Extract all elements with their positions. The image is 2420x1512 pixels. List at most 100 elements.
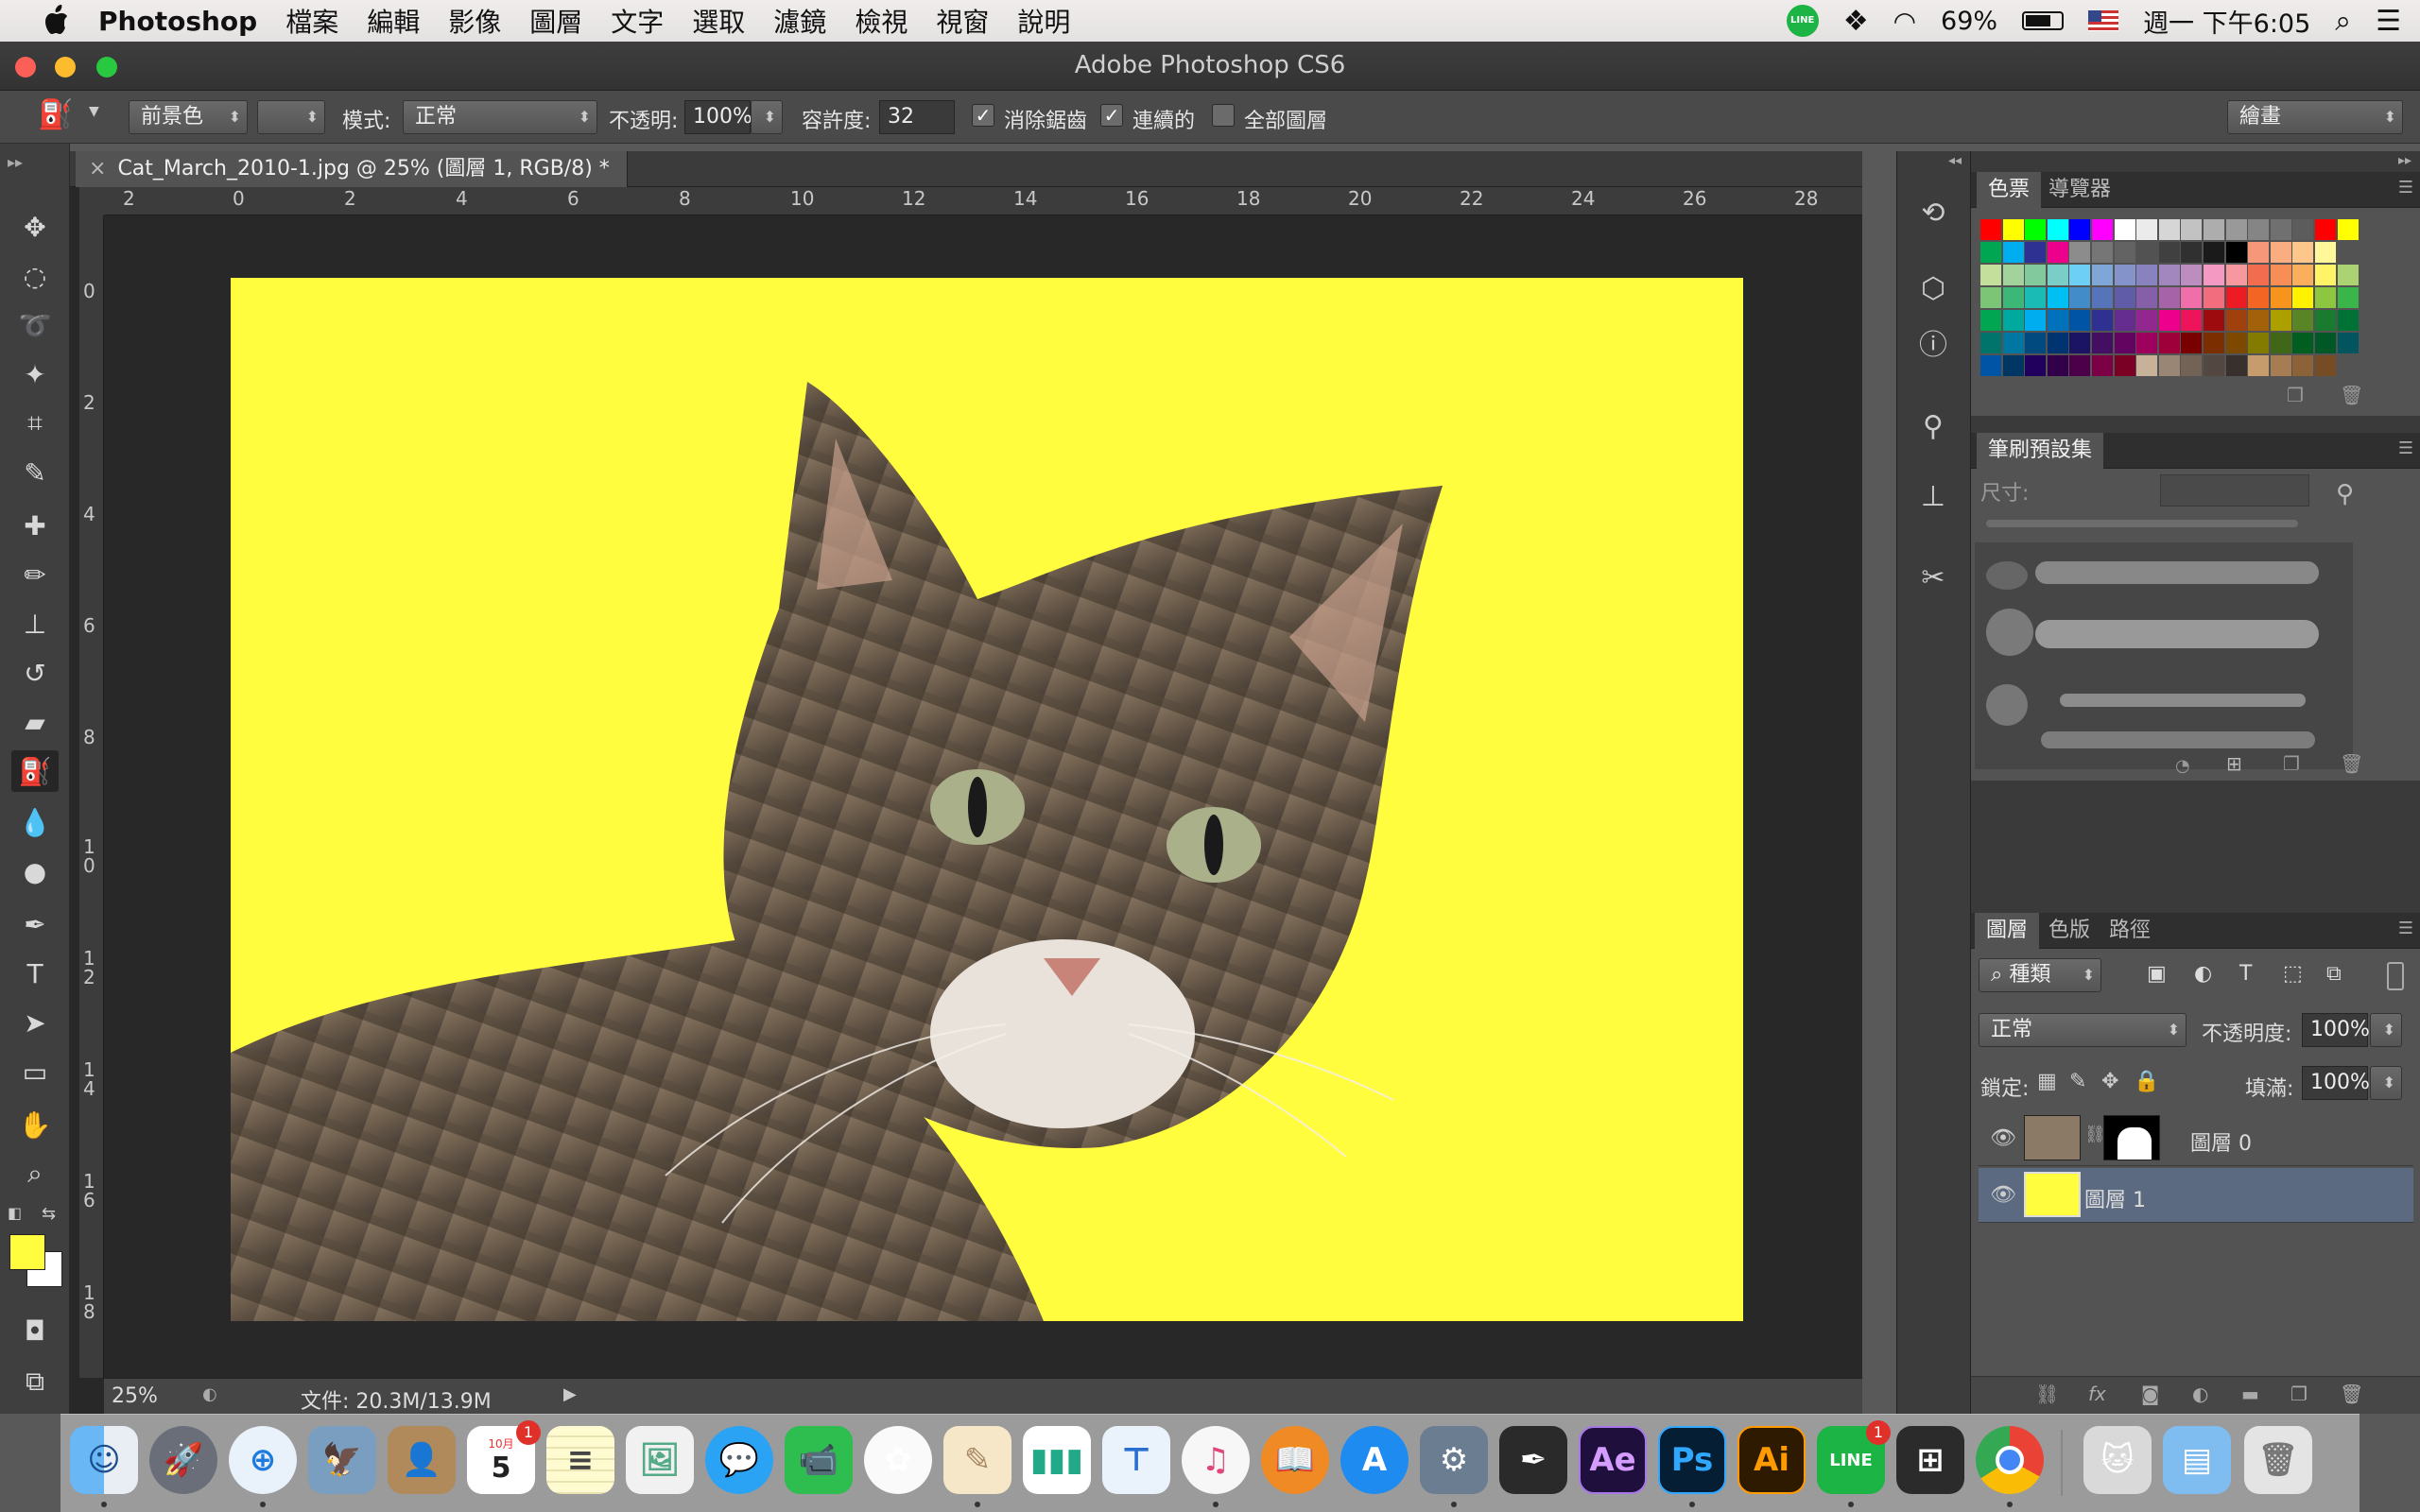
menu-image[interactable]: 影像 [448, 2, 501, 40]
brush-options-icon[interactable]: ⚲ [2336, 480, 2354, 508]
color-swatch[interactable] [2092, 287, 2113, 308]
layer-opacity-slider-button[interactable] [2370, 1013, 2402, 1047]
menu-file[interactable]: 檔案 [285, 2, 338, 40]
color-swatch[interactable] [2047, 265, 2068, 285]
color-swatch[interactable] [2181, 355, 2203, 376]
after-effects-icon[interactable]: Ae [1579, 1426, 1647, 1494]
color-swatch[interactable] [2315, 310, 2336, 331]
color-swatch[interactable] [2337, 265, 2359, 285]
notes-icon[interactable]: ≡ [546, 1426, 614, 1494]
brush-panel-icon[interactable]: ⚲ [1912, 406, 1954, 448]
numbers-icon[interactable]: ▮▮▮ [1023, 1426, 1091, 1494]
color-swatch[interactable] [2181, 287, 2203, 308]
opacity-input[interactable]: 100% [684, 100, 752, 134]
color-swatch[interactable] [2114, 242, 2135, 263]
color-swatch[interactable] [2158, 219, 2180, 240]
color-swatch[interactable] [2002, 219, 2024, 240]
spotlight-search-icon[interactable]: ⌕ [2335, 5, 2351, 38]
color-swatch[interactable] [2158, 265, 2180, 285]
applications-folder-icon[interactable]: ▤ [2163, 1426, 2231, 1494]
lock-image-icon[interactable]: ✎ [2069, 1070, 2086, 1093]
layer-mask-thumbnail[interactable] [2103, 1115, 2160, 1160]
color-swatch[interactable] [2270, 219, 2291, 240]
layer-row-1[interactable]: 👁 圖層 1 [1979, 1168, 2413, 1223]
healing-brush-tool-icon[interactable]: ✚ [11, 505, 59, 546]
trash-icon[interactable]: 🗑 [2244, 1426, 2312, 1494]
type-tool-icon[interactable]: T [11, 953, 59, 994]
menu-layer[interactable]: 圖層 [529, 2, 582, 40]
color-swatch[interactable] [2181, 333, 2203, 353]
illustrator-icon[interactable]: Ai [1737, 1426, 1806, 1494]
color-swatch[interactable] [2025, 265, 2047, 285]
hand-tool-icon[interactable]: ✋ [11, 1104, 59, 1145]
color-swatch[interactable] [2114, 355, 2135, 376]
crop-tool-icon[interactable]: ⌗ [11, 403, 59, 444]
color-swatch[interactable] [2204, 265, 2224, 285]
color-swatch[interactable] [1980, 219, 2001, 240]
menu-edit[interactable]: 編輯 [367, 2, 420, 40]
color-swatch[interactable] [2002, 242, 2024, 263]
color-swatch[interactable] [1980, 242, 2001, 263]
tool-presets-panel-icon[interactable]: ✂ [1912, 558, 1954, 599]
menu-window[interactable]: 視窗 [936, 2, 989, 40]
color-swatch[interactable] [2248, 333, 2270, 353]
layer-visibility-eye-icon[interactable]: 👁 [1990, 1183, 2018, 1208]
color-swatch[interactable] [1980, 310, 2001, 331]
color-swatch[interactable] [2069, 310, 2091, 331]
filter-adjustment-icon[interactable]: ◐ [2194, 962, 2212, 986]
color-swatch[interactable] [2292, 355, 2314, 376]
color-swatch[interactable] [2292, 333, 2314, 353]
filter-toggle-switch[interactable] [2387, 962, 2404, 990]
color-swatch[interactable] [2047, 310, 2068, 331]
new-layer-icon[interactable]: ❐ [2290, 1383, 2308, 1405]
color-swatch[interactable] [2225, 265, 2247, 285]
3d-panel-icon[interactable]: ⬡ [1912, 268, 1954, 310]
pattern-picker[interactable] [257, 100, 325, 134]
image-canvas[interactable] [231, 278, 1743, 1321]
info-panel-icon[interactable]: ⓘ [1912, 325, 1954, 367]
quick-mask-icon[interactable]: ◘ [11, 1310, 59, 1351]
new-brush-icon[interactable]: ❐ [2283, 752, 2300, 775]
color-swatch[interactable] [2270, 310, 2291, 331]
path-selection-tool-icon[interactable]: ➤ [11, 1002, 59, 1043]
color-swatch[interactable] [2136, 355, 2158, 376]
pages-icon[interactable]: ✎ [943, 1426, 1011, 1494]
new-group-icon[interactable]: ▬ [2241, 1383, 2259, 1405]
line-status-icon[interactable]: LINE [1786, 5, 1819, 37]
color-swatch[interactable] [1980, 355, 2001, 376]
color-swatch[interactable] [2002, 287, 2024, 308]
default-colors-icon[interactable]: ◧ [8, 1204, 22, 1222]
blend-mode-select[interactable]: 正常 [1979, 1013, 2187, 1047]
tab-channels[interactable]: 色版 [2037, 913, 2101, 949]
color-swatch[interactable] [2270, 333, 2291, 353]
battery-icon[interactable] [2022, 11, 2065, 30]
messages-icon[interactable]: 💬 [705, 1426, 773, 1494]
fill-slider-button[interactable] [2370, 1066, 2402, 1100]
fill-source-select[interactable]: 前景色 [129, 100, 248, 134]
color-swatch[interactable] [2315, 242, 2336, 263]
color-swatch[interactable] [2337, 333, 2359, 353]
color-swatch[interactable] [2315, 265, 2336, 285]
color-swatch[interactable] [2225, 310, 2247, 331]
layer-name[interactable]: 圖層 1 [2084, 1183, 2146, 1213]
photos-icon[interactable]: ✿ [864, 1426, 932, 1494]
filter-shape-icon[interactable]: ⬚ [2283, 962, 2303, 986]
color-swatch[interactable] [2315, 287, 2336, 308]
collapse-toolbar-icon[interactable]: ▸▸ [8, 153, 23, 171]
color-swatch[interactable] [2092, 355, 2113, 376]
color-swatch[interactable] [2069, 219, 2091, 240]
itunes-icon[interactable]: ♫ [1182, 1426, 1250, 1494]
expand-dock-icon[interactable]: ▸▸ [2398, 153, 2411, 168]
color-swatch[interactable] [2092, 219, 2113, 240]
system-preferences-icon[interactable]: ⚙ [1420, 1426, 1488, 1494]
vertical-ruler[interactable]: 0 2 4 6 8 1 0 1 2 1 4 1 6 1 8 [79, 215, 104, 1378]
tolerance-input[interactable]: 32 [879, 100, 955, 134]
color-swatch[interactable] [2092, 242, 2113, 263]
dropbox-icon[interactable]: ❖ [1843, 5, 1869, 38]
color-swatch[interactable] [2136, 219, 2158, 240]
eyedropper-tool-icon[interactable]: ✎ [11, 452, 59, 493]
link-layers-icon[interactable]: ⛓ [2035, 1383, 2059, 1405]
zoom-tool-icon[interactable]: ⌕ [11, 1153, 59, 1194]
color-swatch[interactable] [2204, 355, 2224, 376]
menu-select[interactable]: 選取 [692, 2, 745, 40]
